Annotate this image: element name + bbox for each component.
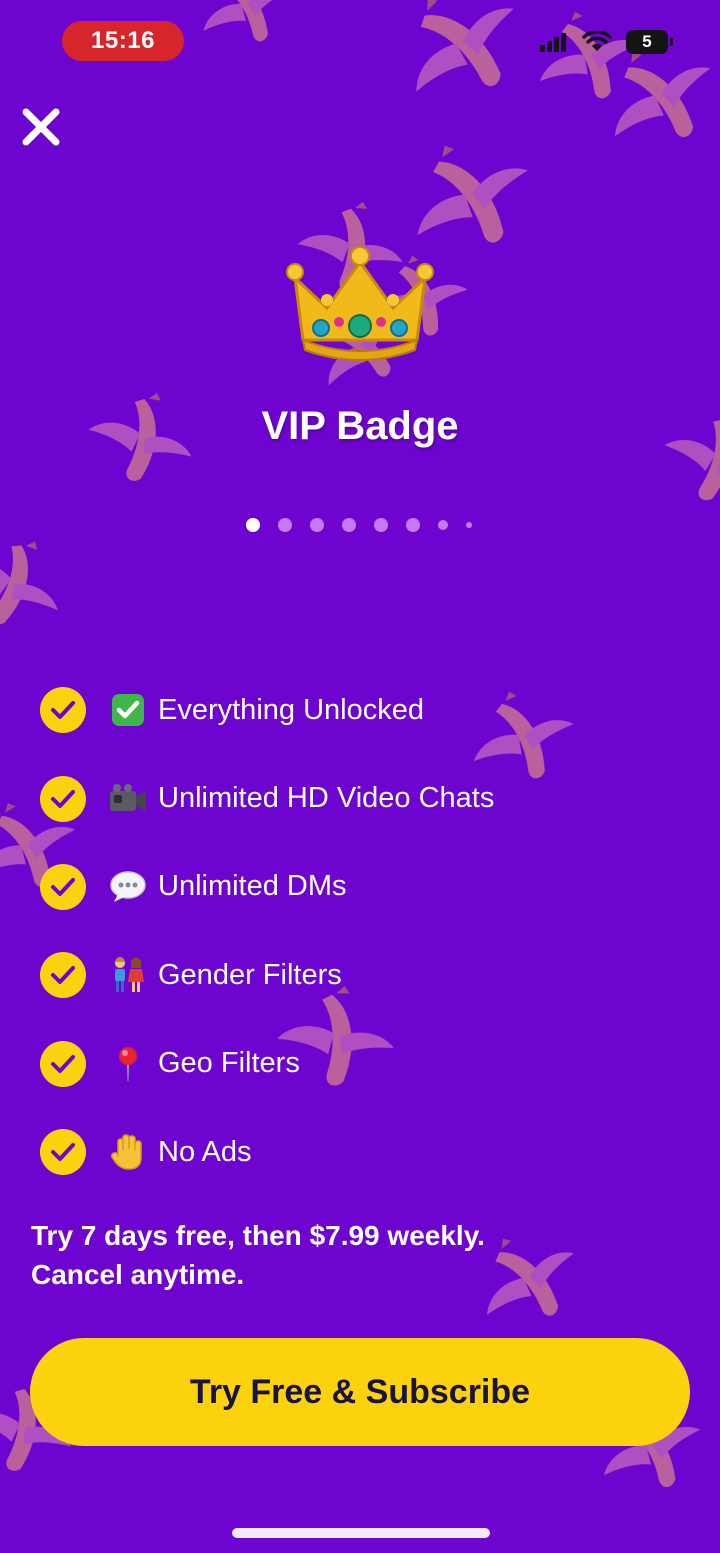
speech-bubble-emoji-icon xyxy=(108,867,148,907)
check-circle-icon xyxy=(40,863,86,910)
check-circle-icon xyxy=(40,952,86,999)
crown-icon xyxy=(285,238,435,362)
check-circle-icon xyxy=(40,775,86,822)
check-mark-emoji-icon xyxy=(108,690,148,730)
pagination-dot[interactable] xyxy=(406,518,420,532)
close-icon xyxy=(22,108,60,146)
pagination-dots xyxy=(0,516,720,534)
couple-emoji-icon xyxy=(108,955,148,995)
feature-item: Unlimited DMs xyxy=(40,843,680,931)
check-circle-icon xyxy=(40,1129,86,1176)
status-bar-time: 15:16 xyxy=(62,21,184,61)
pagination-dot[interactable] xyxy=(438,520,448,530)
feature-item: Gender Filters xyxy=(40,931,680,1019)
check-circle-icon xyxy=(40,687,86,734)
feature-list: Everything Unlocked Unlimited HD Video C… xyxy=(40,666,680,1196)
feature-item: Geo Filters xyxy=(40,1020,680,1108)
feature-label: Geo Filters xyxy=(158,1047,300,1080)
battery-icon: 5 xyxy=(626,30,673,54)
pagination-dot[interactable] xyxy=(310,518,324,532)
feature-item: Everything Unlocked xyxy=(40,666,680,754)
feature-item: No Ads xyxy=(40,1108,680,1196)
pin-emoji-icon xyxy=(108,1044,148,1084)
wifi-icon xyxy=(582,31,612,51)
feature-label: Unlimited DMs xyxy=(158,870,347,903)
close-button[interactable] xyxy=(18,104,64,150)
pagination-dot[interactable] xyxy=(466,522,472,528)
page-title: VIP Badge xyxy=(261,404,459,448)
feature-label: No Ads xyxy=(158,1135,252,1168)
check-circle-icon xyxy=(40,1040,86,1087)
try-free-subscribe-button[interactable]: Try Free & Subscribe xyxy=(30,1338,690,1446)
home-indicator[interactable] xyxy=(232,1528,490,1538)
signal-icon xyxy=(540,33,566,52)
subscription-terms: Try 7 days free, then $7.99 weekly. Canc… xyxy=(31,1216,671,1294)
feature-label: Everything Unlocked xyxy=(158,693,424,726)
feature-item: Unlimited HD Video Chats xyxy=(40,754,680,842)
pagination-dot[interactable] xyxy=(278,518,292,532)
terms-line: Cancel anytime. xyxy=(31,1259,245,1290)
pagination-dot[interactable] xyxy=(374,518,388,532)
raised-hand-emoji-icon xyxy=(108,1132,148,1172)
feature-label: Unlimited HD Video Chats xyxy=(158,782,495,815)
video-camera-emoji-icon xyxy=(108,779,148,819)
terms-line: Try 7 days free, then $7.99 weekly. xyxy=(31,1220,485,1251)
status-bar-icons: 5 xyxy=(540,30,673,54)
pagination-dot-active[interactable] xyxy=(246,518,260,532)
feature-label: Gender Filters xyxy=(158,958,342,991)
pagination-dot[interactable] xyxy=(342,518,356,532)
